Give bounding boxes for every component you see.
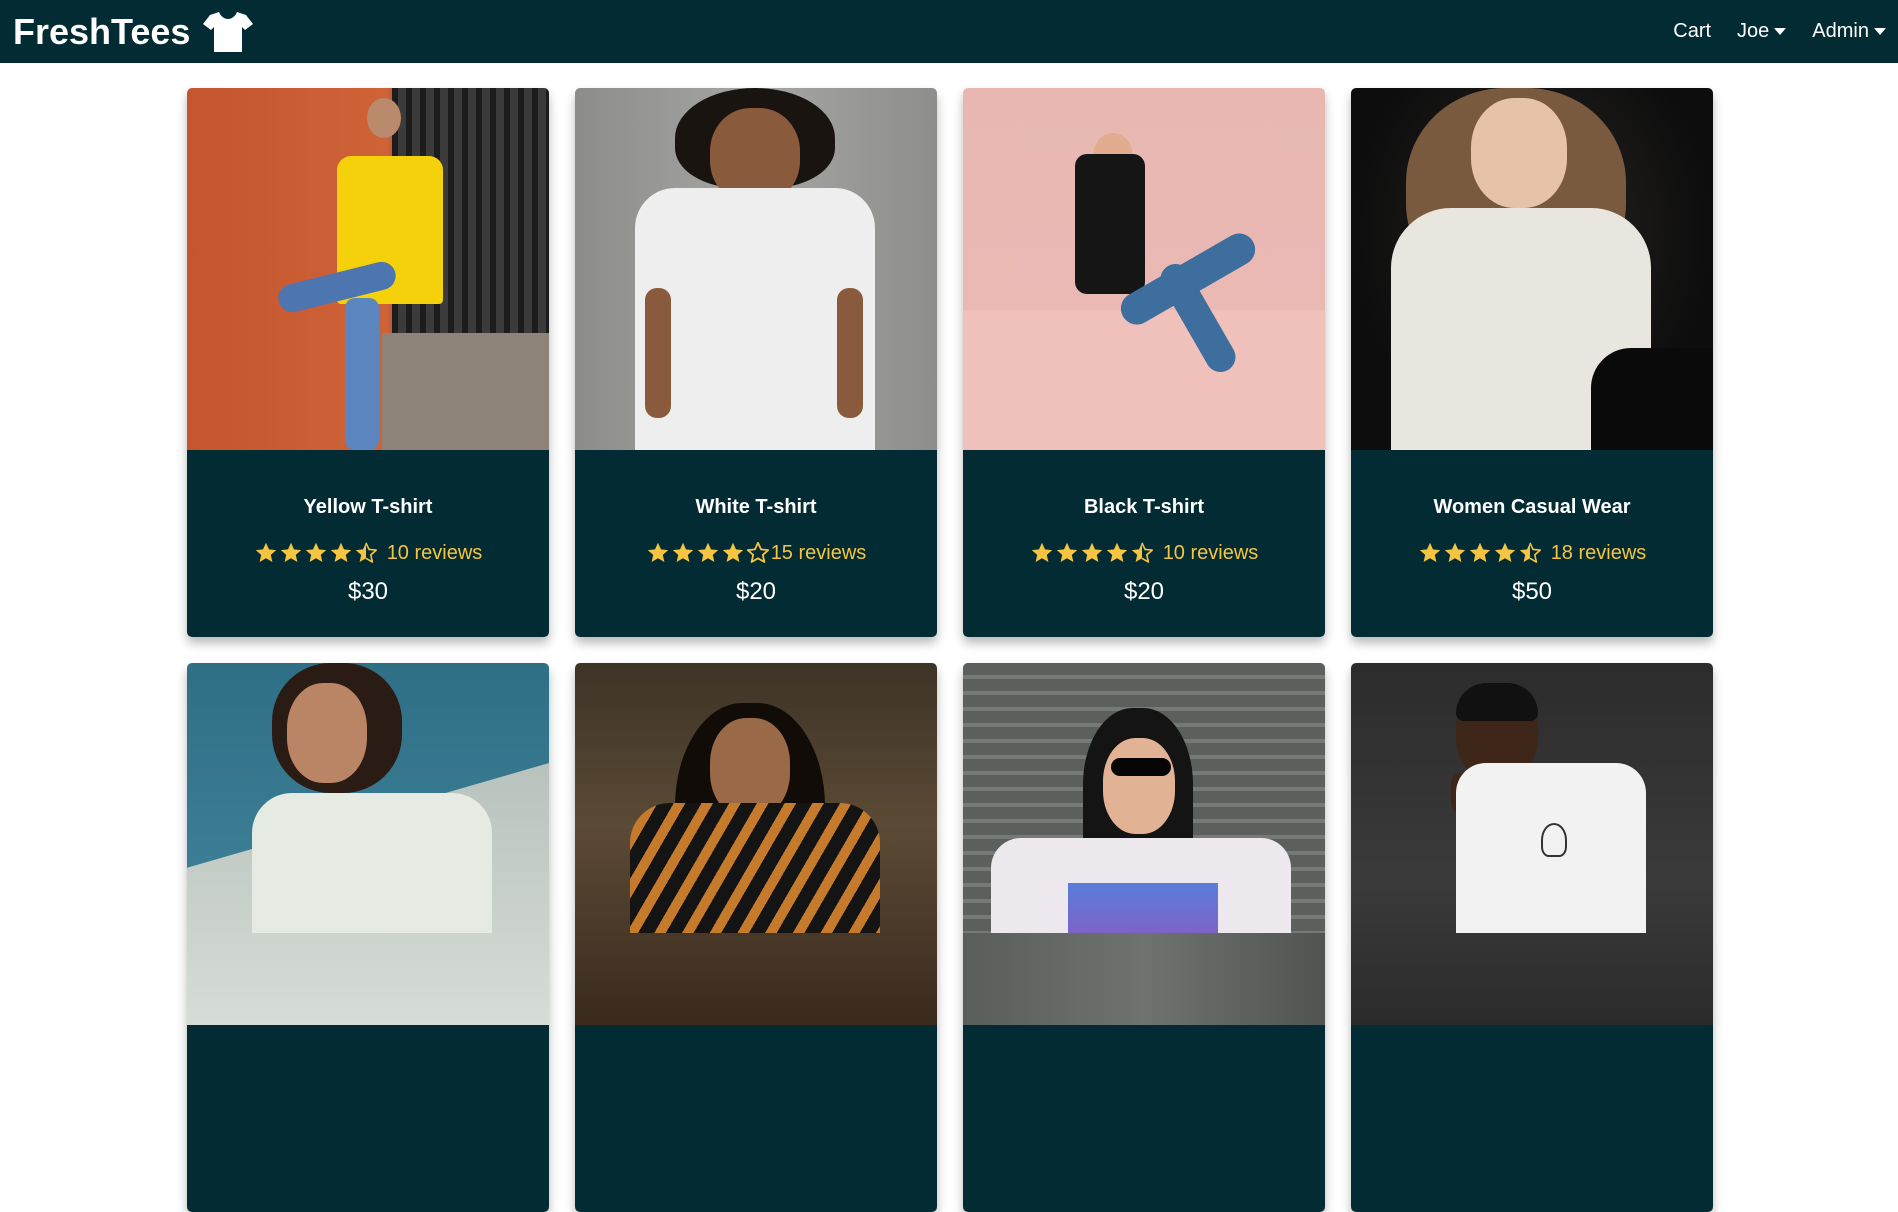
star-full-icon — [1469, 542, 1490, 562]
product-title[interactable]: White T-shirt — [575, 450, 937, 530]
product-card[interactable]: Yellow T-shirt 10 reviews $30 — [187, 88, 549, 637]
nav-menu: Cart Joe Admin — [1647, 20, 1886, 43]
rating-stars — [1030, 541, 1155, 565]
product-info: White T-shirt 15 reviews $20 — [575, 450, 937, 637]
product-image[interactable] — [575, 663, 937, 1025]
product-image[interactable] — [1351, 663, 1713, 1025]
rating-stars — [254, 541, 379, 565]
star-full-icon — [1444, 542, 1465, 562]
star-full-icon — [1106, 542, 1127, 562]
review-count: 10 reviews — [386, 541, 483, 564]
product-info: Black T-shirt 10 reviews $20 — [963, 450, 1325, 637]
product-price: $20 — [1123, 578, 1165, 605]
star-half-icon — [355, 542, 377, 563]
product-image[interactable] — [963, 663, 1325, 1025]
nav-admin-dropdown[interactable]: Admin — [1812, 20, 1886, 43]
product-image[interactable] — [187, 663, 549, 1025]
star-full-icon — [647, 542, 668, 562]
product-title[interactable] — [187, 1025, 549, 1105]
review-count: 18 reviews — [1550, 541, 1647, 564]
product-rating: 18 reviews — [1351, 534, 1713, 572]
product-image[interactable] — [963, 88, 1325, 450]
tshirt-icon — [203, 11, 254, 52]
product-grid: Yellow T-shirt 10 reviews $30 White T-sh… — [187, 88, 1713, 1212]
nav-admin-label: Admin — [1812, 20, 1869, 42]
brand-name: FreshTees — [13, 10, 191, 52]
caret-down-icon — [1774, 28, 1787, 35]
product-info — [963, 1025, 1325, 1212]
product-card[interactable]: Black T-shirt 10 reviews $20 — [963, 88, 1325, 637]
review-count: 10 reviews — [1162, 541, 1259, 564]
star-full-icon — [1056, 542, 1077, 562]
caret-down-icon — [1874, 28, 1886, 35]
star-half-icon — [1131, 542, 1153, 563]
star-full-icon — [330, 542, 351, 562]
product-title[interactable] — [575, 1025, 937, 1105]
star-full-icon — [1031, 542, 1052, 562]
product-image[interactable] — [575, 88, 937, 450]
review-count: 15 reviews — [770, 541, 867, 564]
nav-cart-link[interactable]: Cart — [1673, 20, 1711, 43]
star-empty-icon — [746, 541, 769, 563]
product-title[interactable]: Women Casual Wear — [1351, 450, 1713, 530]
product-price: $50 — [1511, 578, 1553, 605]
star-full-icon — [1081, 542, 1102, 562]
product-title[interactable]: Yellow T-shirt — [187, 450, 549, 530]
star-full-icon — [305, 542, 326, 562]
star-full-icon — [697, 542, 718, 562]
star-full-icon — [1494, 542, 1515, 562]
navbar: FreshTees Cart Joe Admin — [0, 0, 1898, 63]
product-title[interactable] — [1351, 1025, 1713, 1105]
product-info: Women Casual Wear 18 reviews $50 — [1351, 450, 1713, 637]
brand-logo-link[interactable]: FreshTees — [13, 11, 254, 53]
product-price: $20 — [735, 578, 777, 605]
product-rating: 10 reviews — [187, 534, 549, 572]
product-rating: 15 reviews — [575, 534, 937, 572]
product-price: $30 — [347, 578, 389, 605]
nav-user-label: Joe — [1737, 20, 1770, 42]
product-rating: 10 reviews — [963, 534, 1325, 572]
rating-stars — [646, 541, 771, 565]
product-info — [575, 1025, 937, 1212]
star-full-icon — [722, 542, 743, 562]
nav-cart-label: Cart — [1673, 20, 1712, 42]
star-full-icon — [672, 542, 693, 562]
star-full-icon — [1419, 542, 1440, 562]
product-image[interactable] — [187, 88, 549, 450]
product-info — [187, 1025, 549, 1212]
product-card[interactable]: Women Casual Wear 18 reviews $50 — [1351, 88, 1713, 637]
product-title[interactable] — [963, 1025, 1325, 1105]
product-card[interactable]: White T-shirt 15 reviews $20 — [575, 88, 937, 637]
product-image[interactable] — [1351, 88, 1713, 450]
rating-stars — [1418, 541, 1543, 565]
star-half-icon — [1519, 542, 1541, 563]
product-info: Yellow T-shirt 10 reviews $30 — [187, 450, 549, 637]
product-title[interactable]: Black T-shirt — [963, 450, 1325, 530]
star-full-icon — [280, 542, 301, 562]
product-info — [1351, 1025, 1713, 1212]
nav-user-dropdown[interactable]: Joe — [1737, 20, 1787, 43]
star-full-icon — [255, 542, 276, 562]
